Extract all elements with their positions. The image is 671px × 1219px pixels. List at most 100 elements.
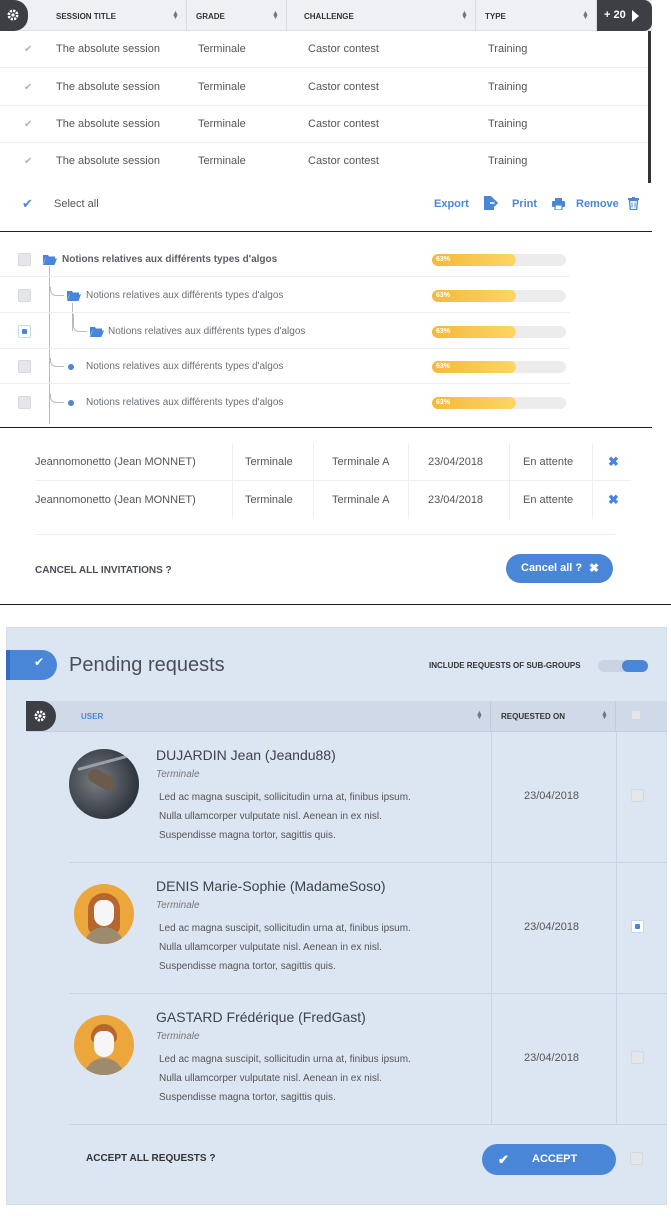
tree-checkbox[interactable]: [18, 253, 31, 266]
scrollbar[interactable]: [648, 31, 651, 183]
tree-item[interactable]: Notions relatives aux différents types d…: [0, 314, 570, 349]
page-title: Pending requests: [69, 654, 225, 676]
check-icon: ✔: [34, 655, 45, 669]
sort-icon: ▲ ▼: [601, 710, 608, 721]
sort-icon: ▲ ▼: [582, 10, 589, 21]
tree-item[interactable]: Notions relatives aux différents types d…: [0, 385, 570, 420]
tree-item[interactable]: Notions relatives aux différents types d…: [0, 278, 570, 313]
invitation-row[interactable]: Jeannomonetto (Jean MONNET) Terminale Te…: [35, 443, 631, 481]
check-icon: ✔: [498, 1152, 509, 1167]
settings-gear-button[interactable]: [0, 0, 28, 31]
tree-connector: [73, 314, 87, 332]
select-all-checkbox[interactable]: [631, 710, 641, 720]
column-divider: [313, 443, 314, 519]
export-button[interactable]: Export: [434, 195, 500, 213]
sort-icon: ▲ ▼: [272, 10, 279, 21]
sessions-table-header: SESSION TITLE ▲ ▼ GRADE ▲ ▼ CHALLENGE ▲ ▼ TYPE…: [0, 0, 652, 31]
remove-button[interactable]: Remove: [576, 195, 642, 213]
accept-all-label: ACCEPT ALL REQUESTS ?: [86, 1153, 216, 1164]
divider: [35, 534, 615, 535]
tree-connector: [50, 287, 64, 296]
request-row[interactable]: GASTARD Frédérique (FredGast) Terminale …: [69, 994, 667, 1125]
cancel-all-button[interactable]: Cancel all ? ✖: [506, 554, 613, 583]
sort-icon: ▲ ▼: [476, 710, 483, 721]
col-challenge[interactable]: CHALLENGE ▲ ▼: [287, 0, 476, 31]
tree-checkbox[interactable]: [18, 289, 31, 302]
folder-open-icon: [67, 291, 81, 301]
close-icon[interactable]: ✖: [608, 481, 619, 519]
progress-bar: 63%: [432, 290, 566, 302]
table-row[interactable]: ✔ The absolute session Terminale Castor …: [0, 143, 650, 180]
accent-marker: [6, 650, 10, 680]
tree-item[interactable]: Notions relatives aux différents types d…: [0, 349, 570, 384]
tree-checkbox[interactable]: [18, 360, 31, 373]
avatar: [69, 749, 139, 819]
tree-item[interactable]: Notions relatives aux différents types d…: [0, 242, 570, 277]
print-button[interactable]: Print: [512, 195, 567, 213]
cancel-all-label: CANCEL ALL INVITATIONS ?: [35, 565, 172, 576]
settings-gear-button[interactable]: [26, 701, 56, 731]
check-icon: ✔: [24, 44, 33, 55]
include-subgroups-toggle[interactable]: [598, 660, 648, 672]
table-row[interactable]: ✔ The absolute session Terminale Castor …: [0, 31, 650, 68]
notions-tree: Notions relatives aux différents types d…: [0, 232, 652, 428]
column-divider: [509, 443, 510, 519]
progress-bar: 63%: [432, 361, 566, 373]
more-columns-button[interactable]: + 20: [597, 0, 652, 31]
avatar: [74, 1015, 134, 1075]
col-requested-on[interactable]: REQUESTED ON ▲ ▼: [491, 701, 616, 731]
col-user[interactable]: USER ▲ ▼: [73, 701, 491, 731]
check-icon: ✔: [24, 82, 33, 93]
request-row[interactable]: DUJARDIN Jean (Jeandu88) Terminale Led a…: [69, 732, 667, 863]
caret-right-icon: [632, 10, 639, 22]
select-all-toggle[interactable]: ✔ Select all: [22, 195, 112, 213]
sessions-panel: SESSION TITLE ▲ ▼ GRADE ▲ ▼ CHALLENGE ▲ ▼ TYPE…: [0, 0, 652, 232]
table-row[interactable]: ✔ The absolute session Terminale Castor …: [0, 106, 650, 143]
panel-toggle-button[interactable]: ✔: [6, 650, 57, 680]
avatar-face: [94, 900, 114, 926]
bullet-icon: [68, 364, 74, 370]
close-icon: ✖: [589, 561, 600, 575]
accept-all-checkbox[interactable]: [630, 1152, 643, 1165]
request-checkbox[interactable]: [631, 920, 644, 933]
check-icon: ✔: [24, 119, 33, 130]
sort-icon: ▲ ▼: [172, 10, 179, 21]
avatar-photo-detail: [85, 766, 119, 794]
include-subgroups-label: INCLUDE REQUESTS OF SUB-GROUPS: [429, 661, 581, 670]
folder-open-icon: [90, 327, 104, 337]
folder-open-icon: [43, 255, 57, 265]
request-description: Led ac magna suscipit, sollicitudin urna…: [159, 1054, 411, 1103]
progress-bar: 63%: [432, 254, 566, 266]
tree-checkbox[interactable]: [18, 325, 31, 338]
avatar-photo-detail: [77, 754, 131, 771]
check-icon: ✔: [24, 156, 33, 167]
request-row[interactable]: DENIS Marie-Sophie (MadameSoso) Terminal…: [69, 863, 667, 994]
gear-icon: [7, 9, 19, 21]
avatar: [74, 884, 134, 944]
col-session-title[interactable]: SESSION TITLE ▲ ▼: [47, 0, 187, 31]
invitation-row[interactable]: Jeannomonetto (Jean MONNET) Terminale Te…: [35, 481, 631, 519]
request-description: Led ac magna suscipit, sollicitudin urna…: [159, 923, 411, 972]
export-icon: [484, 196, 498, 210]
table-row[interactable]: ✔ The absolute session Terminale Castor …: [0, 69, 650, 106]
avatar-face: [94, 1031, 114, 1057]
column-divider: [592, 443, 593, 519]
toggle-knob: [622, 660, 648, 672]
tree-checkbox[interactable]: [18, 396, 31, 409]
request-description: Led ac magna suscipit, sollicitudin urna…: [159, 792, 411, 841]
pending-requests-panel: ✔ Pending requests INCLUDE REQUESTS OF S…: [6, 627, 667, 1205]
requests-table-header: USER ▲ ▼ REQUESTED ON ▲ ▼: [26, 701, 667, 732]
progress-bar: 63%: [432, 326, 566, 338]
col-grade[interactable]: GRADE ▲ ▼: [187, 0, 287, 31]
accept-button[interactable]: ✔ ACCEPT: [482, 1144, 616, 1175]
request-checkbox[interactable]: [631, 1051, 644, 1064]
avatar-body: [84, 1058, 124, 1075]
trash-icon: [628, 197, 639, 210]
col-type[interactable]: TYPE ▲ ▼: [476, 0, 597, 31]
sort-icon: ▲ ▼: [461, 10, 468, 21]
column-divider: [408, 443, 409, 519]
close-icon[interactable]: ✖: [608, 443, 619, 481]
tree-connector: [50, 394, 64, 403]
request-checkbox[interactable]: [631, 789, 644, 802]
invitations-panel: Jeannomonetto (Jean MONNET) Terminale Te…: [0, 428, 671, 605]
